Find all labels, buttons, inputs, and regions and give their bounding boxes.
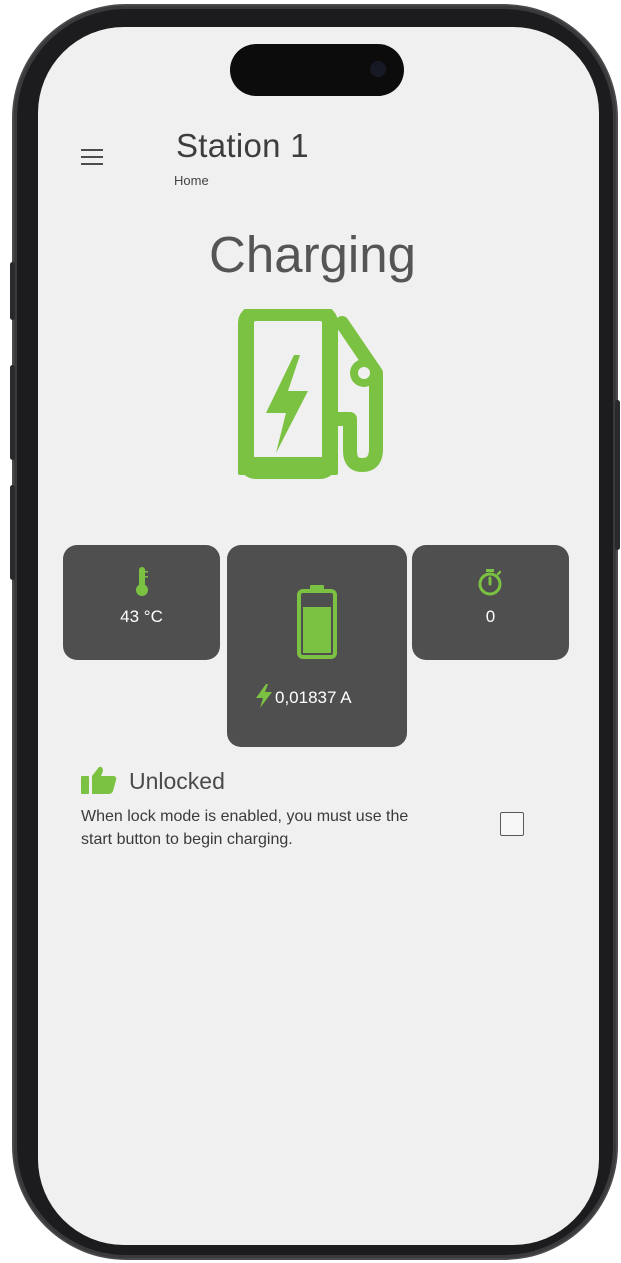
temperature-value: 43 °C xyxy=(120,607,163,626)
timer-value: 0 xyxy=(485,607,496,626)
current-value: 0,01837 A xyxy=(275,688,352,707)
lightning-bolt-icon xyxy=(256,684,272,708)
temperature-card: 43 °C xyxy=(63,545,220,660)
thumbs-up-icon xyxy=(81,766,117,794)
lock-status-label: Unlocked xyxy=(129,768,225,794)
thermometer-icon xyxy=(136,567,148,596)
volume-up-button xyxy=(10,365,15,460)
current-card: 0,01837 A xyxy=(227,545,407,747)
lock-mode-description: When lock mode is enabled, you must use … xyxy=(81,808,409,848)
battery-icon xyxy=(297,585,337,659)
page-title: Station 1 xyxy=(176,127,309,164)
hamburger-menu-icon[interactable] xyxy=(81,149,103,167)
app-screen: Station 1 Home Charging 43 °C 0,01837 A xyxy=(38,27,599,1245)
current-readout: 0,01837 A xyxy=(255,684,352,708)
power-button xyxy=(615,400,620,550)
volume-down-button xyxy=(10,485,15,580)
dynamic-island xyxy=(230,44,404,96)
lock-status: Unlocked xyxy=(81,766,225,799)
charging-status-heading: Charging xyxy=(209,226,416,283)
lock-mode-checkbox[interactable] xyxy=(500,812,524,836)
stopwatch-icon xyxy=(478,569,502,596)
action-button xyxy=(10,262,15,320)
ev-charging-station-icon xyxy=(238,309,383,479)
timer-card: 0 xyxy=(412,545,569,660)
camera-icon xyxy=(370,61,386,77)
breadcrumb[interactable]: Home xyxy=(174,173,209,188)
